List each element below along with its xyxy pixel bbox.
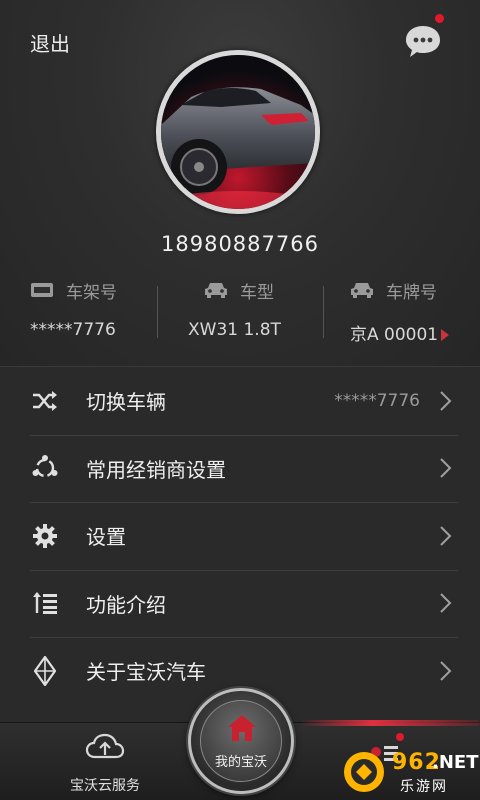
tab-cloud-service[interactable]: 宝沃云服务 [60, 733, 150, 795]
watermark: 962 .NET 乐游网 [342, 748, 479, 796]
avatar[interactable] [156, 50, 320, 214]
column-divider [323, 286, 324, 338]
chevron-right-icon [440, 593, 452, 613]
menu-item-dealer-settings[interactable]: 常用经销商设置 [0, 434, 480, 503]
menu-item-switch-vehicle[interactable]: 切换车辆 *****7776 [0, 367, 480, 435]
menu-item-settings[interactable]: 设置 [0, 502, 480, 570]
list-icon [31, 589, 59, 617]
vin-value: *****7776 [30, 320, 116, 340]
chevron-right-icon [440, 661, 452, 681]
model-label: 车型 [240, 282, 274, 303]
vin-column: 车架号 *****7776 [30, 276, 117, 346]
menu-item-features[interactable]: 功能介绍 [0, 569, 480, 638]
play-arrow-icon[interactable] [441, 329, 450, 341]
cloud-upload-icon [85, 733, 125, 759]
chevron-right-icon [440, 458, 452, 478]
phone-number: 18980887766 [161, 232, 319, 256]
shuffle-icon [31, 387, 59, 415]
my-borgward-button[interactable]: 我的宝沃 [188, 688, 294, 794]
tab-label: 宝沃云服务 [70, 778, 140, 794]
home-icon [228, 715, 256, 741]
tab-label: 我的宝沃 [214, 755, 267, 770]
unread-badge [435, 14, 444, 23]
menu-label: 切换车辆 [86, 390, 166, 415]
logout-button[interactable]: 退出 [30, 28, 70, 57]
plate-value-wrap: 京A 00001 [350, 320, 450, 345]
model-column: 车型 XW31 1.8T [188, 276, 281, 346]
vin-label: 车架号 [66, 282, 117, 303]
car-front-icon [351, 283, 373, 298]
model-value: XW31 1.8T [188, 320, 281, 340]
chevron-right-icon [440, 526, 452, 546]
gear-icon [31, 522, 59, 550]
active-indicator [300, 720, 480, 726]
menu-label: 功能介绍 [86, 592, 166, 617]
plate-column[interactable]: 车牌号 京A 00001 [350, 276, 450, 346]
watermark-text: 乐游网 [400, 779, 448, 795]
car-photo [161, 55, 315, 209]
logo-diamond-icon [31, 655, 59, 686]
column-divider [157, 286, 158, 338]
vehicle-info-row: 车架号 *****7776 车型 XW31 1.8T 车牌号 京A 00001 [0, 276, 480, 346]
vin-plate-icon [31, 283, 53, 297]
menu-label: 设置 [86, 525, 126, 550]
watermark-logo-icon [344, 752, 384, 792]
message-button[interactable] [404, 14, 444, 60]
watermark-suffix: .NET [432, 752, 479, 773]
chevron-right-icon [440, 391, 452, 411]
unread-badge [396, 733, 404, 741]
center-button-face: 我的宝沃 [200, 700, 282, 782]
menu-list: 切换车辆 *****7776 常用经销商设置 设置 功能介绍 关于宝沃汽车 [0, 366, 480, 722]
menu-value: *****7776 [334, 390, 420, 411]
network-icon [31, 454, 59, 482]
menu-label: 常用经销商设置 [86, 457, 226, 482]
menu-label: 关于宝沃汽车 [86, 660, 206, 685]
car-front-icon [205, 283, 227, 298]
plate-label: 车牌号 [386, 282, 437, 303]
chat-bubble-icon [406, 26, 440, 57]
plate-value: 京A 00001 [350, 325, 439, 345]
